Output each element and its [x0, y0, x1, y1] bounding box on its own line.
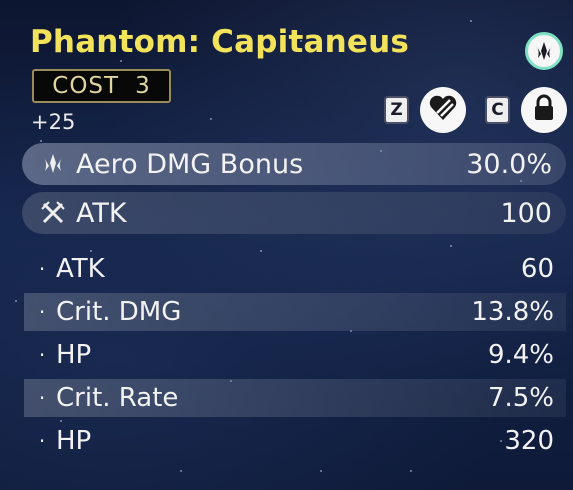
- main-stat-row: Aero DMG Bonus 30.0%: [22, 143, 566, 185]
- cost-badge: COST 3: [32, 69, 171, 103]
- aero-icon: [38, 149, 68, 179]
- favorite-button[interactable]: [420, 87, 466, 133]
- secondary-stat-row: ATK 100: [22, 192, 566, 234]
- sub-stat-row: · HP 320: [24, 422, 566, 460]
- echo-name: Phantom: Capitaneus: [30, 24, 410, 60]
- sub-stat-row: · Crit. DMG 13.8%: [24, 293, 566, 331]
- echo-detail-panel: Phantom: Capitaneus COST 3 +25 Z C Aero …: [0, 0, 573, 490]
- sub-stat-row: · Crit. Rate 7.5%: [24, 379, 566, 417]
- bullet: ·: [38, 257, 46, 281]
- sub-stat-name: HP: [56, 426, 92, 456]
- sub-stat-name: Crit. DMG: [56, 297, 182, 327]
- bullet: ·: [38, 343, 46, 367]
- sub-stat-value: 9.4%: [487, 340, 554, 370]
- sub-stat-row: · HP 9.4%: [24, 336, 566, 374]
- sub-stat-name: Crit. Rate: [56, 383, 179, 413]
- main-stat-value: 30.0%: [466, 148, 552, 180]
- bullet: ·: [38, 386, 46, 410]
- lock-icon: [532, 94, 556, 126]
- sub-stat-value: 7.5%: [487, 383, 554, 413]
- bullet: ·: [38, 300, 46, 324]
- favorite-hotkey: Z: [384, 96, 409, 124]
- secondary-stat-value: 100: [500, 197, 552, 229]
- main-stat-name: Aero DMG Bonus: [76, 148, 304, 180]
- atk-swords-icon: [38, 198, 68, 228]
- sub-stat-value: 13.8%: [471, 297, 554, 327]
- secondary-stat-name: ATK: [76, 197, 127, 229]
- sub-stat-value: 320: [504, 426, 554, 456]
- heart-slash-icon: [428, 94, 458, 126]
- lock-hotkey: C: [485, 96, 510, 124]
- echo-level: +25: [31, 110, 76, 134]
- cost-label: COST: [52, 73, 120, 99]
- echo-sonata-icon: [525, 32, 563, 70]
- sub-stat-row: · ATK 60: [24, 250, 566, 288]
- sub-stat-value: 60: [520, 254, 554, 284]
- sub-stat-name: HP: [56, 340, 92, 370]
- cost-value: 3: [135, 73, 151, 99]
- lock-button[interactable]: [521, 87, 567, 133]
- bullet: ·: [38, 429, 46, 453]
- sub-stat-name: ATK: [56, 254, 105, 284]
